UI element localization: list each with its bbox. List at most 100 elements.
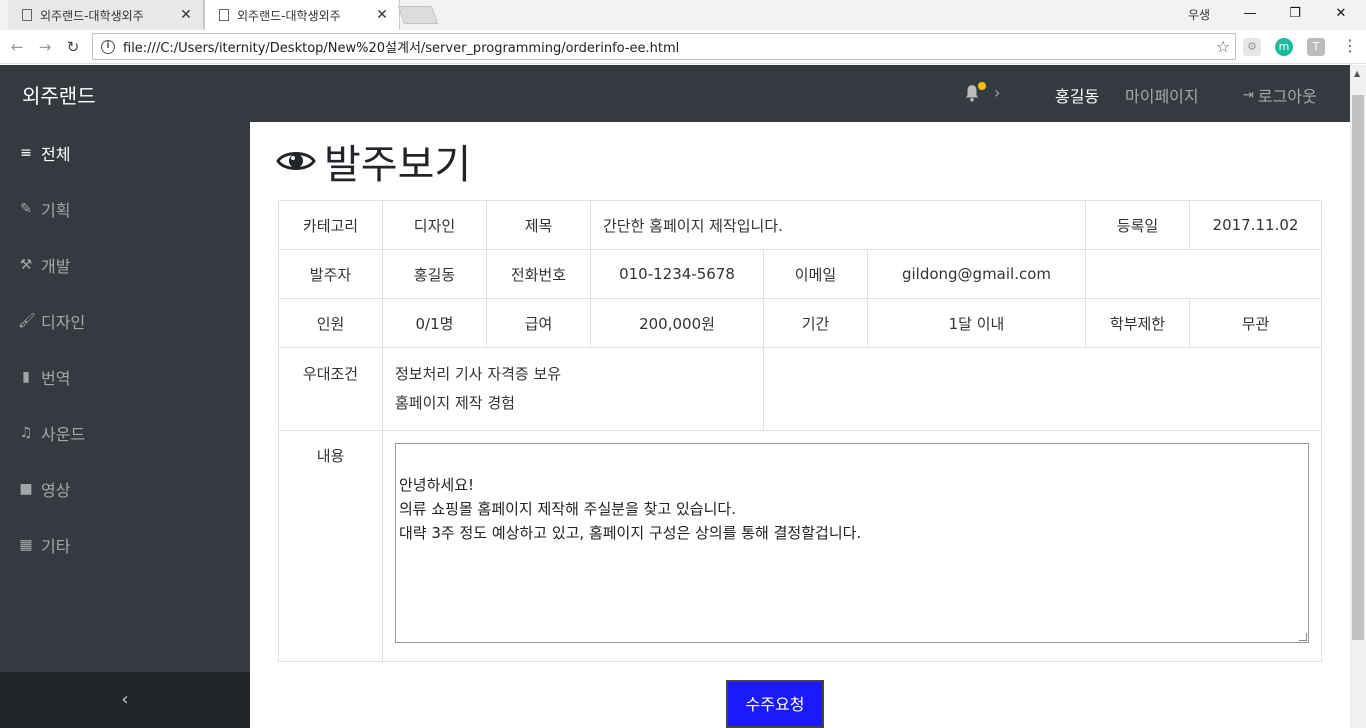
extension-t-icon[interactable]: T (1307, 38, 1325, 56)
content-textarea[interactable]: 안녕하세요! 의류 쇼핑몰 홈페이지 제작해 주실분을 찾고 있습니다. 대략 … (395, 443, 1309, 643)
forward-icon[interactable]: → (34, 36, 56, 58)
document-icon (22, 9, 32, 21)
prefs-value: 정보처리 기사 자격증 보유 홈페이지 제작 경험 (382, 347, 764, 431)
page-scrollbar[interactable]: ▲ (1350, 65, 1366, 728)
main-content: 발주보기 카테고리 디자인 제목 간단한 홈페이지 제작입니다. 등록일 201… (250, 122, 1350, 728)
browser-menu-icon[interactable]: ⋮ (1342, 36, 1358, 55)
client-value: 홍길동 (382, 249, 487, 299)
pay-value: 200,000원 (590, 298, 764, 348)
scroll-thumb[interactable] (1352, 95, 1364, 640)
major-value: 무관 (1189, 298, 1322, 348)
logout-link[interactable]: ⇥ 로그아웃 (1243, 83, 1317, 107)
tab-close-icon[interactable]: ✕ (373, 7, 391, 23)
top-navbar: 외주랜드 › 홍길동 마이페이지 ⇥ 로그아웃 (0, 65, 1350, 122)
page: 외주랜드 › 홍길동 마이페이지 ⇥ 로그아웃 ≡ 전체 ✎ 기획 ⚒ 개발 🖌… (0, 65, 1350, 728)
scroll-up-icon[interactable]: ▲ (1354, 69, 1360, 78)
email-value: gildong@gmail.com (867, 249, 1086, 299)
sidebar-item-label: 기획 (41, 201, 71, 220)
brush-icon: 🖌 (18, 313, 36, 329)
bookmark-star-icon[interactable]: ☆ (1211, 37, 1235, 56)
subject-value: 간단한 홈페이지 제작입니다. (590, 200, 1086, 250)
browser-tab-active[interactable]: 외주랜드-대학생외주 ✕ (204, 0, 400, 30)
minimize-button[interactable]: — (1240, 3, 1260, 25)
tab-close-icon[interactable]: ✕ (177, 7, 195, 23)
sidebar-item-development[interactable]: ⚒ 개발 (18, 253, 71, 277)
phone-value: 010-1234-5678 (590, 249, 764, 299)
category-value: 디자인 (382, 200, 487, 250)
sidebar-item-translation[interactable]: ▮ 번역 (18, 365, 70, 389)
sidebar-item-label: 영상 (41, 481, 71, 500)
browser-tab-strip: 외주랜드-대학생외주 ✕ 외주랜드-대학생외주 ✕ 우생 — ❐ ✕ (0, 0, 1366, 30)
browser-profile[interactable]: 우생 (1188, 6, 1210, 23)
logout-label: 로그아웃 (1257, 87, 1317, 106)
request-order-button[interactable]: 수주요청 (726, 680, 824, 728)
window-close-button[interactable]: ✕ (1331, 3, 1351, 25)
sidebar-item-sound[interactable]: ♫ 사운드 (18, 421, 85, 445)
sidebar-item-design[interactable]: 🖌 디자인 (18, 309, 85, 333)
sidebar-item-label: 디자인 (41, 313, 86, 332)
sidebar-item-etc[interactable]: ▦ 기타 (18, 533, 70, 557)
new-tab-button[interactable] (397, 6, 439, 24)
phone-label: 전화번호 (486, 249, 591, 299)
music-icon: ♫ (19, 425, 33, 441)
pref-item: 정보처리 기사 자격증 보유 (395, 365, 562, 383)
headcount-label: 인원 (278, 298, 383, 348)
browser-tab[interactable]: 외주랜드-대학생외주 ✕ (8, 0, 204, 30)
file-icon: ▮ (22, 369, 30, 385)
extension-icon[interactable]: ⚙ (1243, 38, 1261, 56)
table-icon: ▦ (19, 537, 33, 553)
order-info-table: 카테고리 디자인 제목 간단한 홈페이지 제작입니다. 등록일 2017.11.… (278, 200, 1322, 662)
sidebar-item-planning[interactable]: ✎ 기획 (18, 197, 70, 221)
document-icon (219, 9, 229, 21)
mypage-link[interactable]: 마이페이지 (1125, 83, 1199, 107)
url-text[interactable]: file:///C:/Users/iternity/Desktop/New%20… (123, 37, 1211, 56)
list-icon: ≡ (20, 145, 32, 161)
sidebar: ≡ 전체 ✎ 기획 ⚒ 개발 🖌 디자인 ▮ 번역 ♫ 사운드 ■ 영상 ▦ 기… (0, 122, 250, 728)
prefs-label: 우대조건 (278, 347, 383, 431)
sidebar-item-label: 기타 (41, 537, 71, 556)
content-label: 내용 (278, 430, 383, 662)
content-text: 안녕하세요! 의류 쇼핑몰 홈페이지 제작해 주실분을 찾고 있습니다. 대략 … (399, 476, 862, 542)
address-bar[interactable]: i file:///C:/Users/iternity/Desktop/New%… (92, 33, 1236, 60)
back-icon[interactable]: ← (6, 36, 28, 58)
client-label: 발주자 (278, 249, 383, 299)
wrench-icon: ⚒ (19, 257, 33, 273)
extension-m-icon[interactable]: m (1275, 38, 1293, 56)
brand-logo[interactable]: 외주랜드 (22, 80, 96, 109)
period-label: 기간 (763, 298, 868, 348)
email-label: 이메일 (763, 249, 868, 299)
sidebar-item-label: 번역 (41, 369, 71, 388)
tab-title: 외주랜드-대학생외주 (40, 8, 144, 23)
restore-button[interactable]: ❐ (1285, 3, 1305, 25)
subject-label: 제목 (486, 200, 591, 250)
info-icon[interactable]: i (101, 39, 115, 54)
empty-cell (1085, 249, 1322, 299)
browser-toolbar: ← → ↻ i file:///C:/Users/iternity/Deskto… (0, 30, 1366, 64)
content-cell: 안녕하세요! 의류 쇼핑몰 홈페이지 제작해 주실분을 찾고 있습니다. 대략 … (382, 430, 1322, 662)
notification-dot (978, 82, 986, 90)
major-label: 학부제한 (1085, 298, 1190, 348)
pencil-icon: ✎ (20, 201, 32, 217)
video-icon: ■ (19, 481, 33, 497)
page-title-text: 발주보기 (324, 142, 472, 188)
sidebar-item-label: 개발 (41, 257, 71, 276)
sidebar-collapse-button[interactable]: ‹ (0, 672, 250, 728)
user-name-link[interactable]: 홍길동 (1055, 83, 1099, 107)
empty-cell (763, 347, 1322, 431)
sign-out-icon: ⇥ (1243, 87, 1254, 103)
tab-title: 외주랜드-대학생외주 (237, 8, 341, 23)
sidebar-item-label: 사운드 (41, 425, 86, 444)
regdate-label: 등록일 (1085, 200, 1190, 250)
chevron-right-icon[interactable]: › (994, 83, 1000, 102)
category-label: 카테고리 (278, 200, 383, 250)
sidebar-item-video[interactable]: ■ 영상 (18, 477, 70, 501)
resize-handle[interactable] (1299, 633, 1307, 641)
pref-item: 홈페이지 제작 경험 (395, 394, 515, 412)
pay-label: 급여 (486, 298, 591, 348)
period-value: 1달 이내 (867, 298, 1086, 348)
regdate-value: 2017.11.02 (1189, 200, 1322, 250)
sidebar-item-all[interactable]: ≡ 전체 (18, 141, 70, 165)
headcount-value: 0/1명 (382, 298, 487, 348)
page-title: 발주보기 (276, 132, 471, 190)
reload-icon[interactable]: ↻ (62, 36, 84, 58)
